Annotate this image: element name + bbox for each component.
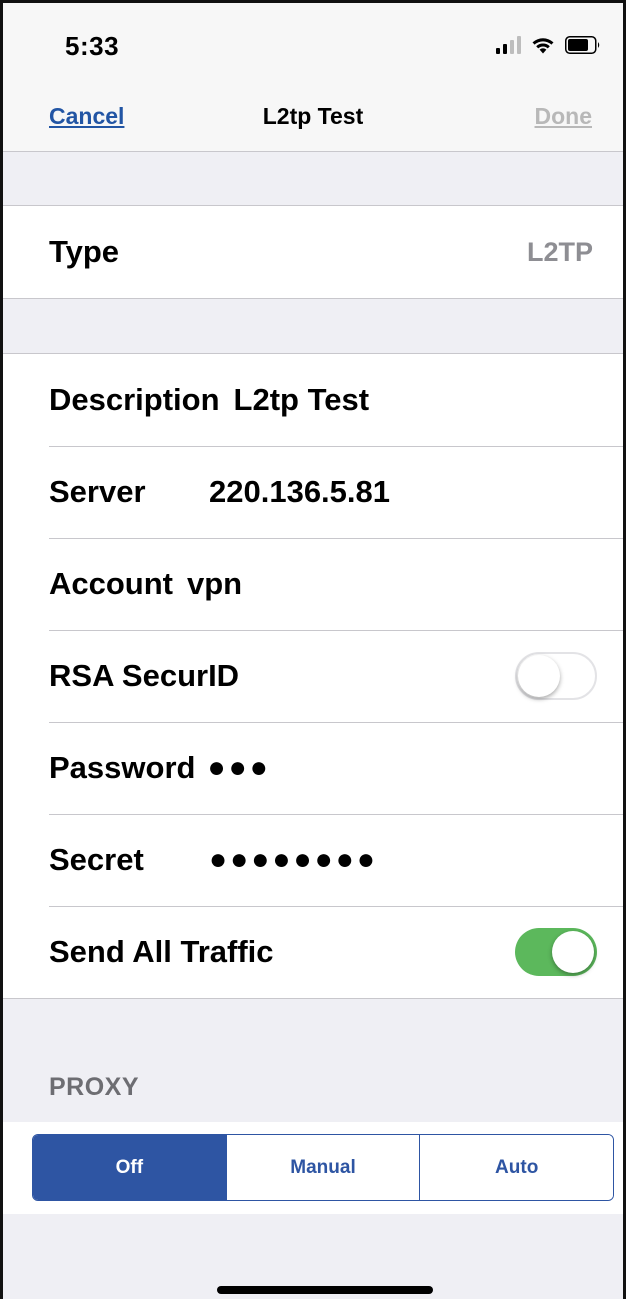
server-field[interactable]: 220.136.5.81 xyxy=(209,474,390,510)
rsa-securid-label: RSA SecurID xyxy=(49,658,240,693)
rsa-securid-toggle[interactable] xyxy=(515,652,597,700)
secret-label: Secret xyxy=(49,842,144,877)
send-all-traffic-label: Send All Traffic xyxy=(49,934,274,969)
status-bar: 5:33 xyxy=(3,3,623,81)
done-button[interactable]: Done xyxy=(535,103,593,130)
secret-row[interactable]: Secret ●●●●●●●● xyxy=(3,814,623,906)
secret-field[interactable]: ●●●●●●●● xyxy=(209,843,378,877)
type-group: Type L2TP xyxy=(3,205,623,299)
proxy-option-auto[interactable]: Auto xyxy=(419,1135,613,1200)
description-label: Description xyxy=(49,382,220,417)
vpn-settings-group: Description L2tp Test Server 220.136.5.8… xyxy=(3,353,623,999)
type-value: L2TP xyxy=(526,236,593,267)
type-row[interactable]: Type L2TP xyxy=(3,206,623,298)
account-label: Account xyxy=(49,566,173,601)
proxy-option-manual[interactable]: Manual xyxy=(225,1135,420,1200)
account-row[interactable]: Account vpn xyxy=(3,538,623,630)
battery-icon xyxy=(565,36,600,54)
cellular-signal-icon xyxy=(496,36,521,54)
description-field[interactable]: L2tp Test xyxy=(234,382,370,418)
type-label: Type xyxy=(49,234,120,269)
description-row[interactable]: Description L2tp Test xyxy=(3,354,623,446)
password-label: Password xyxy=(49,750,196,785)
account-field[interactable]: vpn xyxy=(187,566,242,602)
toggle-knob xyxy=(552,931,594,973)
toggle-knob xyxy=(518,655,560,697)
send-all-traffic-row: Send All Traffic xyxy=(3,906,623,998)
wifi-icon xyxy=(532,38,554,54)
status-icons xyxy=(496,33,601,57)
server-label: Server xyxy=(49,474,146,509)
rsa-securid-row: RSA SecurID xyxy=(3,630,623,722)
send-all-traffic-toggle[interactable] xyxy=(515,928,597,976)
proxy-section-header: PROXY xyxy=(49,1073,140,1101)
password-field[interactable]: ●●● xyxy=(207,751,270,785)
proxy-control-container: Off Manual Auto xyxy=(3,1122,623,1214)
status-time: 5:33 xyxy=(65,31,120,61)
home-indicator[interactable] xyxy=(217,1286,433,1294)
server-row[interactable]: Server 220.136.5.81 xyxy=(3,446,623,538)
proxy-segmented-control: Off Manual Auto xyxy=(32,1134,614,1201)
password-row[interactable]: Password ●●● xyxy=(3,722,623,814)
page-title: L2tp Test xyxy=(262,103,364,129)
phone-screen: 5:33 Cancel L2tp Test Done Type L2TP Des… xyxy=(0,0,626,1299)
navigation-bar: Cancel L2tp Test Done xyxy=(3,81,623,152)
proxy-option-off[interactable]: Off xyxy=(33,1135,226,1200)
